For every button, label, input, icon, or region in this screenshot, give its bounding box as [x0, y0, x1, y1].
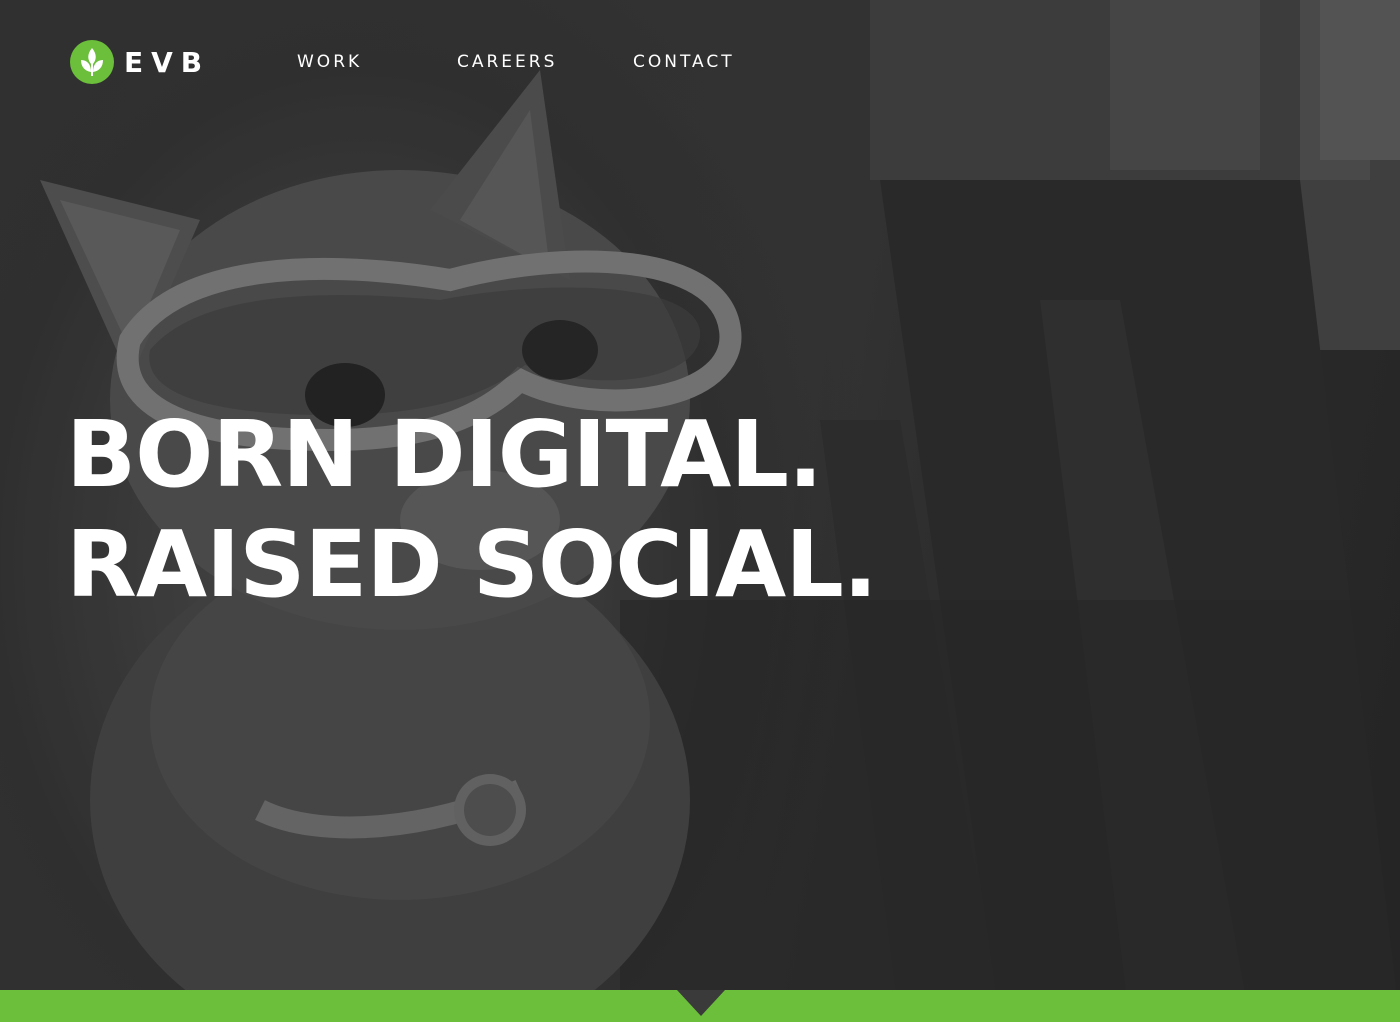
nav-item-work[interactable]: WORK	[297, 52, 362, 72]
scroll-down-arrow-icon[interactable]	[677, 990, 725, 1016]
hero-section: EVB WORK CAREERS CONTACT BORN DIGITAL. R…	[0, 0, 1400, 1022]
headline-line-1: BORN DIGITAL.	[66, 401, 823, 508]
main-nav: WORK CAREERS CONTACT	[0, 52, 1400, 76]
hero-headline: BORN DIGITAL. RAISED SOCIAL.	[66, 400, 878, 620]
headline-line-2: RAISED SOCIAL.	[66, 511, 878, 618]
nav-item-contact[interactable]: CONTACT	[633, 52, 735, 72]
nav-item-careers[interactable]: CAREERS	[457, 52, 557, 72]
